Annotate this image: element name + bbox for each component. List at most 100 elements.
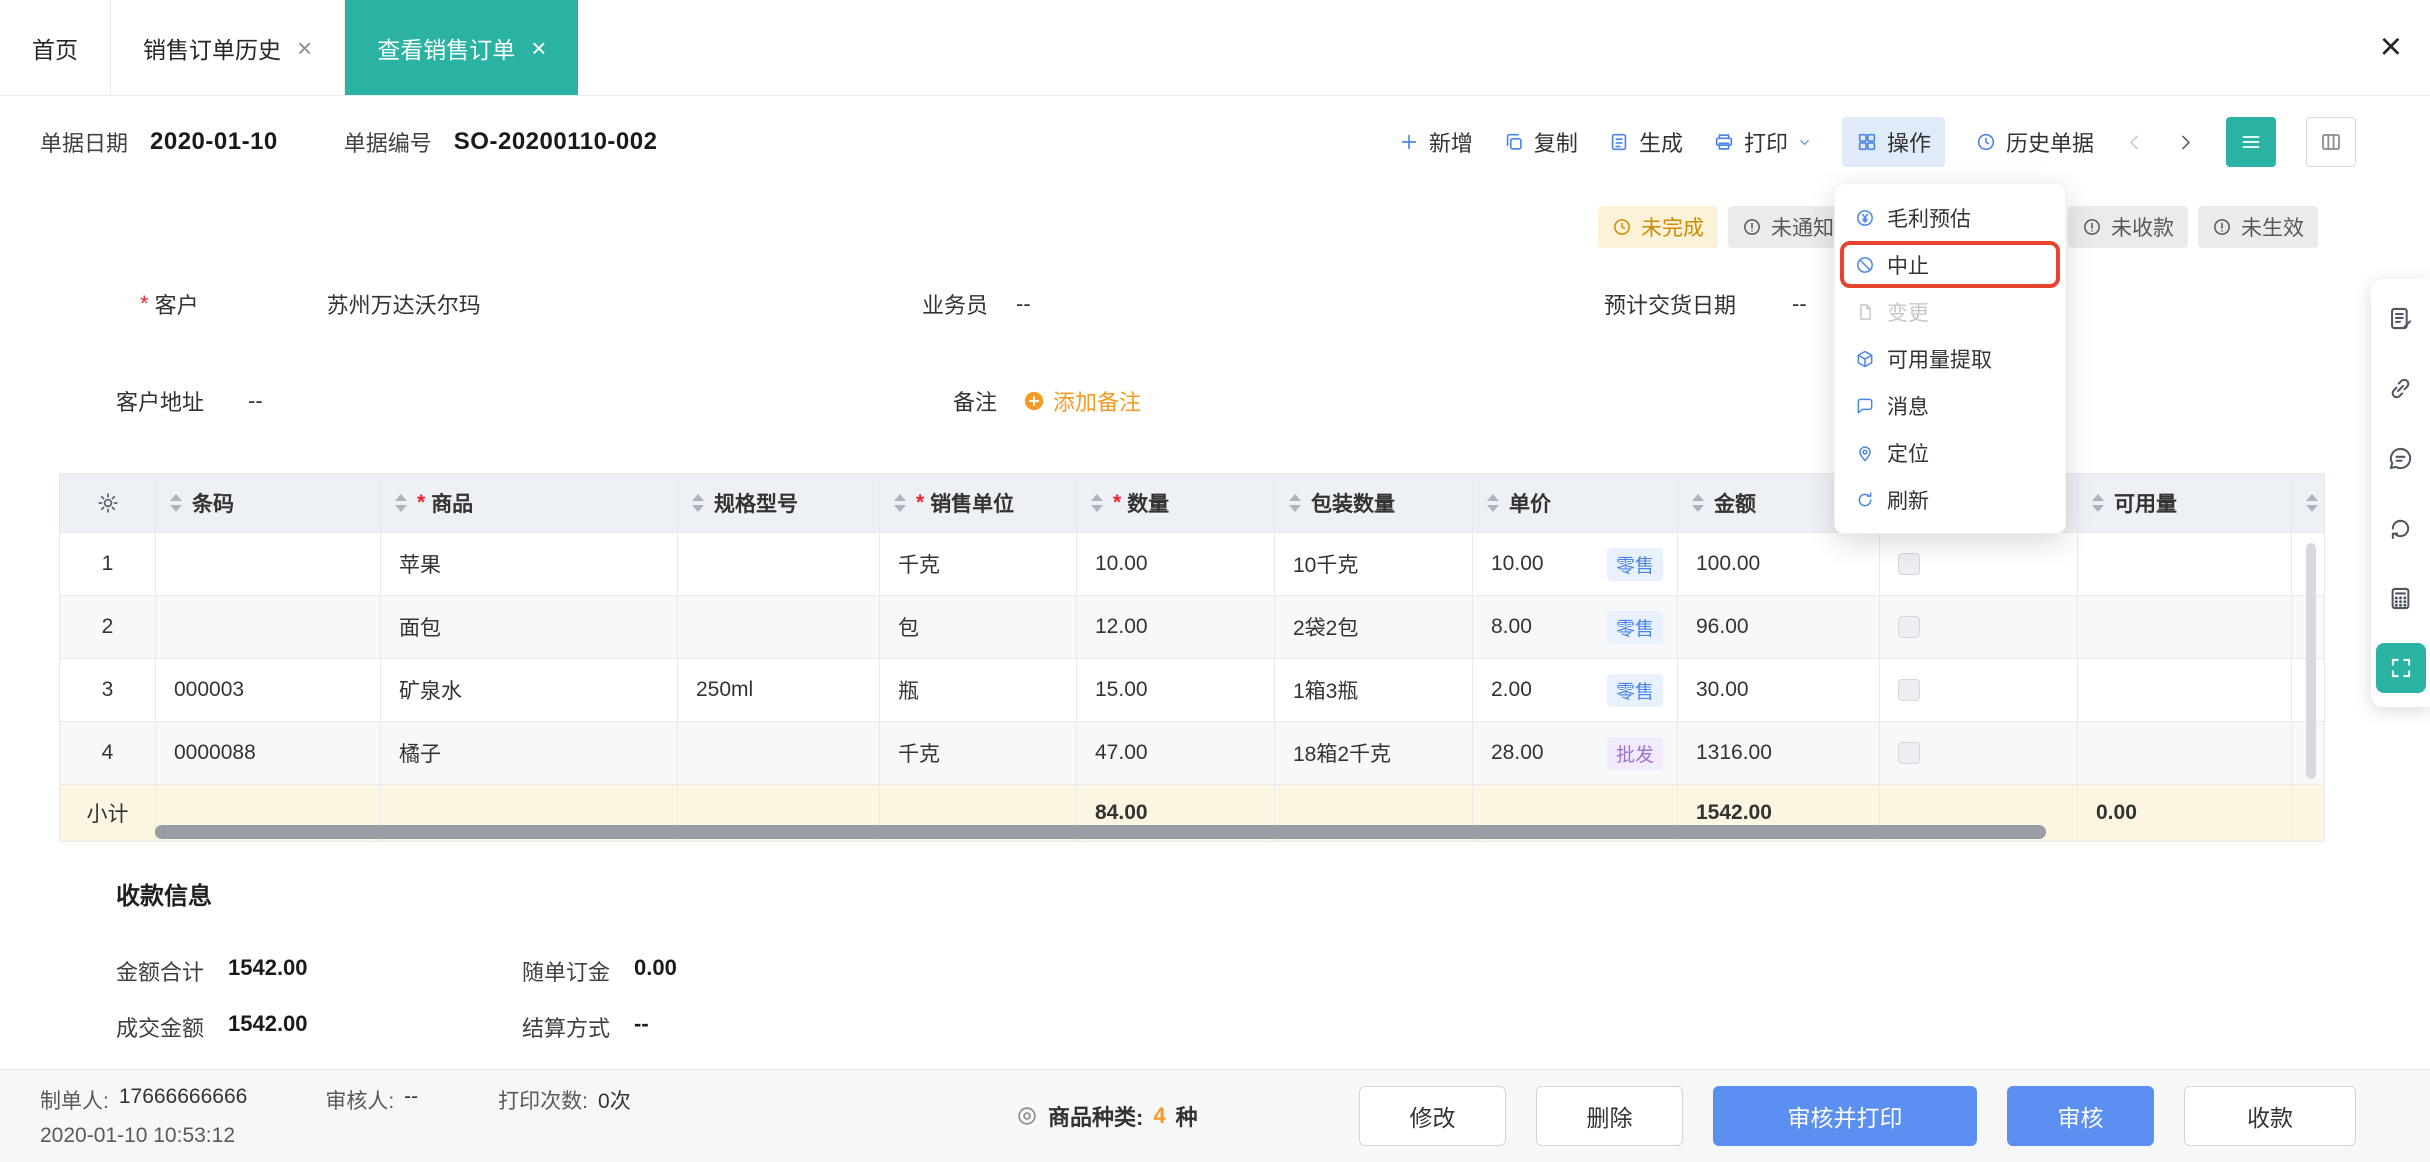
add-remark-button[interactable]: 添加备注 xyxy=(1023,385,1141,417)
generate-button[interactable]: 生成 xyxy=(1608,126,1683,158)
tab-view-sales-order[interactable]: 查看销售订单 × xyxy=(345,0,579,95)
audit-button[interactable]: 审核 xyxy=(2007,1086,2154,1146)
price-mode-tag[interactable]: 零售 xyxy=(1606,673,1663,707)
operations-button[interactable]: 操作 xyxy=(1841,117,1945,167)
side-link[interactable] xyxy=(2371,353,2430,423)
price-mode-tag[interactable]: 批发 xyxy=(1606,736,1663,770)
category-icon xyxy=(1016,1105,1038,1127)
operations-menu: 毛利预估 中止 变更 可用量提取 消息 定位 刷新 xyxy=(1834,183,2066,534)
modify-button[interactable]: 修改 xyxy=(1359,1086,1506,1146)
price-mode-tag[interactable]: 零售 xyxy=(1606,547,1663,581)
sort-icon[interactable] xyxy=(692,494,704,512)
prev-doc-button[interactable] xyxy=(2124,132,2145,153)
item-row-3[interactable]: 3 000003 矿泉水 250ml 瓶 15.00 1箱3瓶 2.00 零售 30.00 xyxy=(59,658,2325,722)
row-checkbox[interactable] xyxy=(1898,679,1920,702)
grid-view-toggle[interactable] xyxy=(2306,117,2356,167)
cell-spec xyxy=(677,595,880,659)
message-icon xyxy=(1855,396,1875,416)
cell-spec xyxy=(677,721,880,785)
price-mode-tag[interactable]: 零售 xyxy=(1606,610,1663,644)
cell-pkg: 18箱2千克 xyxy=(1274,721,1473,785)
cell-price: 10.00 零售 xyxy=(1491,547,1663,581)
sort-icon[interactable] xyxy=(395,494,407,512)
settlement-value: -- xyxy=(634,1011,649,1036)
sort-icon[interactable] xyxy=(1487,494,1499,512)
yen-circle-icon xyxy=(1855,208,1875,228)
sort-icon[interactable] xyxy=(1091,494,1103,512)
cell-barcode xyxy=(155,595,381,659)
required-mark: * xyxy=(140,291,149,316)
column-header-label: 金额 xyxy=(1714,493,1756,516)
row-checkbox[interactable] xyxy=(1898,742,1920,765)
side-expand[interactable] xyxy=(2371,633,2430,703)
item-row-4[interactable]: 4 0000088 橘子 千克 47.00 18箱2千克 28.00 批发 1316.00 xyxy=(59,721,2325,785)
doc-date-label: 单据日期 xyxy=(40,131,129,156)
sort-icon[interactable] xyxy=(170,494,182,512)
tab-close-icon[interactable]: × xyxy=(531,35,546,61)
menu-item-refresh[interactable]: 刷新 xyxy=(1835,476,2065,523)
delete-button[interactable]: 删除 xyxy=(1536,1086,1683,1146)
menu-item-locate[interactable]: 定位 xyxy=(1835,429,2065,476)
tab-bar: 首页 销售订单历史 × 查看销售订单 × × xyxy=(0,0,2430,96)
chevron-down-icon xyxy=(1797,135,1812,150)
history-docs-button[interactable]: 历史单据 xyxy=(1975,126,2094,158)
subtotal-label: 小计 xyxy=(59,784,156,842)
column-header-label: 包装数量 xyxy=(1311,493,1395,516)
row-seq: 1 xyxy=(59,532,156,596)
created-time: 2020-01-10 10:53:12 xyxy=(40,1123,235,1147)
copy-button[interactable]: 复制 xyxy=(1503,126,1578,158)
menu-item-change[interactable]: 变更 xyxy=(1835,288,2065,335)
sort-icon[interactable] xyxy=(2092,494,2104,512)
row-checkbox[interactable] xyxy=(1898,616,1920,639)
add-button[interactable]: 新增 xyxy=(1398,126,1473,158)
add-remark-label: 添加备注 xyxy=(1053,390,1142,415)
horizontal-scrollbar[interactable] xyxy=(155,825,2046,839)
action-label: 打印 xyxy=(1743,131,1788,156)
chat-icon xyxy=(2387,445,2414,472)
window-close-icon[interactable]: × xyxy=(2352,0,2430,95)
list-view-toggle[interactable] xyxy=(2226,117,2276,167)
menu-item-message[interactable]: 消息 xyxy=(1835,382,2065,429)
salesman-value: -- xyxy=(1016,291,1031,316)
footer-buttons: 修改 删除 审核并打印 审核 收款 xyxy=(1359,1086,2356,1146)
side-reload[interactable] xyxy=(2371,493,2430,563)
item-row-1[interactable]: 1 苹果 千克 10.00 10千克 10.00 零售 100.00 xyxy=(59,532,2325,596)
tab-close-icon[interactable]: × xyxy=(297,35,312,61)
settlement-label: 结算方式 xyxy=(522,1016,611,1041)
item-row-2[interactable]: 2 面包 包 12.00 2袋2包 8.00 零售 96.00 xyxy=(59,595,2325,659)
sort-icon[interactable] xyxy=(894,494,906,512)
reload-icon xyxy=(2387,515,2414,542)
side-document[interactable] xyxy=(2371,283,2430,353)
next-doc-button[interactable] xyxy=(2175,132,2196,153)
audit-print-button[interactable]: 审核并打印 xyxy=(1713,1086,1977,1146)
menu-item-abort[interactable]: 中止 xyxy=(1840,241,2060,288)
side-chat[interactable] xyxy=(2371,423,2430,493)
cell-price: 8.00 零售 xyxy=(1491,610,1663,644)
document-toolbar: 单据日期 2020-01-10 单据编号 SO-20200110-002 新增 复… xyxy=(0,96,2430,188)
cell-price: 2.00 零售 xyxy=(1491,673,1663,707)
sort-icon[interactable] xyxy=(1692,494,1704,512)
expand-icon[interactable] xyxy=(2375,643,2426,693)
tab-home[interactable]: 首页 xyxy=(0,0,111,95)
action-label: 生成 xyxy=(1638,131,1683,156)
sort-icon[interactable] xyxy=(1289,494,1301,512)
vertical-scrollbar[interactable] xyxy=(2306,543,2316,779)
menu-item-profit-estimate[interactable]: 毛利预估 xyxy=(1835,194,2065,241)
auditor-value: -- xyxy=(404,1084,419,1108)
sort-icon[interactable] xyxy=(2306,494,2318,512)
customer-address-value: -- xyxy=(248,388,263,413)
cell-qty: 15.00 xyxy=(1076,658,1275,722)
amount-total-value: 1542.00 xyxy=(228,955,308,980)
print-button[interactable]: 打印 xyxy=(1713,126,1812,158)
column-header-label: 条码 xyxy=(192,493,234,516)
side-calculator[interactable] xyxy=(2371,563,2430,633)
menu-item-available-extract[interactable]: 可用量提取 xyxy=(1835,335,2065,382)
cell-product: 矿泉水 xyxy=(380,658,678,722)
status-badge-0: 未完成 xyxy=(1598,206,1718,248)
tab-sales-order-history[interactable]: 销售订单历史 × xyxy=(111,0,346,95)
deal-amount-value: 1542.00 xyxy=(228,1011,308,1036)
receive-payment-button[interactable]: 收款 xyxy=(2184,1086,2356,1146)
cell-qty: 47.00 xyxy=(1076,721,1275,785)
cell-unit: 千克 xyxy=(879,532,1077,596)
row-checkbox[interactable] xyxy=(1898,553,1920,576)
